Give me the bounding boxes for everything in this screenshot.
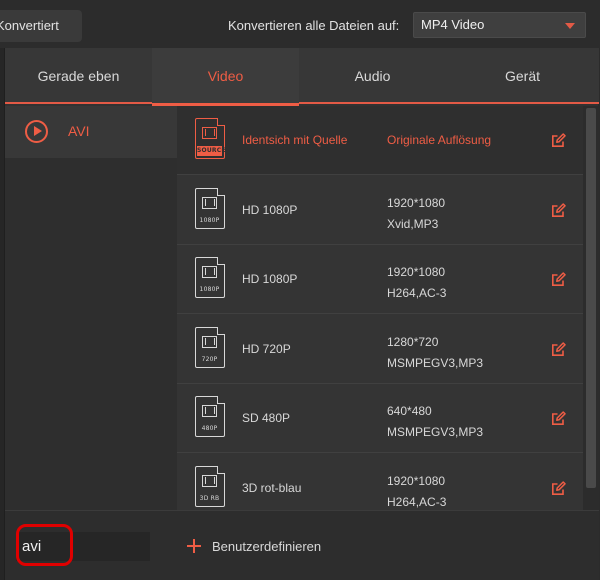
- preset-icon-tag: 720P: [201, 355, 218, 363]
- video-file-icon: 720P: [195, 326, 225, 368]
- film-strip-icon: [202, 196, 217, 209]
- tab-audio[interactable]: Audio: [299, 48, 446, 104]
- custom-preset-label: Benutzerdefinieren: [212, 539, 322, 554]
- bottom-bar: Benutzerdefinieren: [5, 510, 599, 580]
- edit-icon[interactable]: [551, 480, 566, 496]
- preset-name: HD 1080P: [242, 202, 298, 217]
- film-strip-icon: [202, 335, 217, 348]
- preset-name: 3D rot-blau: [242, 480, 302, 495]
- output-format-value: MP4 Video: [421, 17, 485, 32]
- preset-spec-line2: H264,AC-3: [387, 286, 447, 300]
- preset-name: HD 720P: [242, 341, 291, 356]
- preset-spec-line2: MSMPEGV3,MP3: [387, 355, 484, 370]
- preset-name: Identsich mit Quelle: [242, 133, 348, 147]
- category-item-avi[interactable]: AVI: [5, 106, 177, 158]
- preset-spec-line1: Originale Auflösung: [387, 133, 492, 147]
- tab-device[interactable]: Gerät: [446, 48, 599, 104]
- edit-icon[interactable]: [551, 202, 566, 218]
- preset-spec-line2: MSMPEGV3,MP3: [387, 425, 484, 439]
- convert-all-label: Konvertieren alle Dateien auf:: [228, 18, 400, 33]
- category-label: AVI: [68, 123, 90, 139]
- video-file-icon: SOURCE: [195, 118, 225, 159]
- preset-row[interactable]: 720P HD 720P 1280*720 MSMPEGV3,MP3: [177, 315, 583, 384]
- edit-icon[interactable]: [551, 341, 566, 357]
- edit-icon[interactable]: [551, 272, 566, 287]
- preset-spec-line1: 1920*1080: [387, 265, 446, 279]
- video-file-icon: 480P: [195, 396, 225, 437]
- preset-icon-tag: 1080P: [199, 216, 220, 224]
- dropdown-caret-icon: [565, 23, 575, 29]
- preset-icon-tag: 1080P: [199, 286, 220, 293]
- preset-scrollbar[interactable]: [583, 106, 599, 518]
- video-file-icon: 1080P: [195, 187, 225, 229]
- preset-spec: 1920*1080 H264,AC-3: [387, 262, 446, 304]
- top-bar: Konvertiert Konvertieren alle Dateien au…: [0, 0, 600, 48]
- preset-name: SD 480P: [242, 411, 291, 425]
- film-strip-icon: [202, 474, 217, 487]
- preset-spec-line1: 1920*1080: [387, 195, 446, 210]
- preset-icon-tag: 480P: [201, 425, 218, 432]
- preset-row[interactable]: SOURCE Identsich mit Quelle Originale Aufl…: [177, 106, 583, 175]
- preset-spec: 1920*1080 Xvid,MP3: [387, 193, 445, 235]
- preset-spec-line1: 640*480: [387, 404, 432, 418]
- output-format-dropdown[interactable]: MP4 Video: [413, 12, 586, 38]
- film-strip-icon: [202, 405, 217, 417]
- preset-spec-line1: 1280*720: [387, 334, 439, 349]
- converted-tab-label: Konvertiert: [0, 18, 59, 33]
- preset-spec: Originale Auflösung: [387, 133, 491, 147]
- category-list: AVI: [5, 106, 177, 518]
- search-input[interactable]: [16, 532, 150, 561]
- converted-tab[interactable]: Konvertiert: [0, 10, 82, 42]
- film-strip-icon: [202, 127, 217, 139]
- video-file-icon: 3D RB: [195, 465, 225, 507]
- preset-spec-line1: 1920*1080: [387, 473, 446, 488]
- edit-icon[interactable]: [551, 411, 566, 426]
- scroll-thumb[interactable]: [586, 108, 596, 488]
- format-picker-panel: Gerade eben Video Audio Gerät AVI SOURCE…: [4, 48, 599, 580]
- preset-row[interactable]: 1080P HD 1080P 1920*1080 H264,AC-3: [177, 245, 583, 314]
- format-tabs: Gerade eben Video Audio Gerät: [5, 48, 599, 106]
- preset-spec-line2: Xvid,MP3: [387, 216, 439, 231]
- preset-row[interactable]: 1080P HD 1080P 1920*1080 Xvid,MP3: [177, 176, 583, 245]
- preset-icon-tag: SOURCE: [197, 146, 226, 156]
- preset-row[interactable]: 3D RB 3D rot-blau 1920*1080 H264,AC-3: [177, 454, 583, 519]
- tab-video[interactable]: Video: [152, 48, 299, 106]
- preset-spec: 640*480 MSMPEGV3,MP3: [387, 401, 483, 443]
- preset-list: SOURCE Identsich mit Quelle Originale Aufl…: [177, 106, 583, 518]
- play-circle-icon: [25, 120, 48, 143]
- preset-icon-tag: 3D RB: [199, 494, 220, 502]
- video-file-icon: 1080P: [195, 257, 225, 298]
- plus-icon: [186, 538, 202, 554]
- preset-spec: 1280*720 MSMPEGV3,MP3: [387, 332, 483, 374]
- tab-recent[interactable]: Gerade eben: [5, 48, 152, 104]
- preset-spec: 1920*1080 H264,AC-3: [387, 471, 446, 513]
- preset-name: HD 1080P: [242, 272, 298, 286]
- preset-row[interactable]: 480P SD 480P 640*480 MSMPEGV3,MP3: [177, 384, 583, 453]
- film-strip-icon: [202, 266, 217, 278]
- edit-icon[interactable]: [551, 133, 566, 148]
